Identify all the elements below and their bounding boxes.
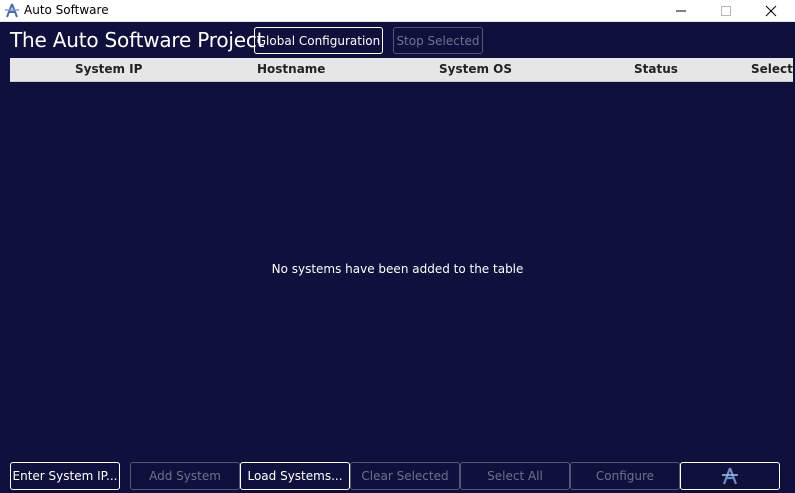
- column-header-status[interactable]: Status: [634, 58, 678, 81]
- app-logo-icon: [5, 3, 19, 18]
- configure-button[interactable]: Configure: [570, 462, 680, 490]
- empty-table-message: No systems have been added to the table: [271, 262, 524, 276]
- table-header: System IP Hostname System OS Status Sele…: [10, 58, 793, 82]
- minimize-button[interactable]: [658, 0, 704, 22]
- main-window: The Auto Software Project Global Configu…: [0, 22, 795, 493]
- column-header-system-ip[interactable]: System IP: [75, 58, 142, 81]
- column-header-system-os[interactable]: System OS: [439, 58, 512, 81]
- load-systems-button[interactable]: Load Systems...: [240, 462, 350, 490]
- global-configuration-button[interactable]: Global Configuration: [254, 27, 383, 54]
- stop-selected-button[interactable]: Stop Selected: [393, 27, 483, 54]
- column-header-hostname[interactable]: Hostname: [257, 58, 325, 81]
- page-title: The Auto Software Project: [10, 28, 265, 52]
- select-all-button[interactable]: Select All: [460, 462, 570, 490]
- logo-button[interactable]: [680, 462, 780, 490]
- app-logo-icon: [722, 467, 738, 485]
- add-system-button[interactable]: Add System: [130, 462, 240, 490]
- enter-system-ip-button[interactable]: Enter System IP...: [10, 462, 120, 490]
- close-icon: [765, 5, 777, 17]
- clear-selected-button[interactable]: Clear Selected: [350, 462, 460, 490]
- close-button[interactable]: [748, 0, 794, 22]
- maximize-button[interactable]: [703, 0, 749, 22]
- maximize-icon: [721, 6, 731, 16]
- window-titlebar: Auto Software: [0, 0, 795, 22]
- minimize-icon: [676, 10, 686, 12]
- column-header-select[interactable]: Select: [751, 58, 793, 81]
- window-title: Auto Software: [24, 3, 109, 17]
